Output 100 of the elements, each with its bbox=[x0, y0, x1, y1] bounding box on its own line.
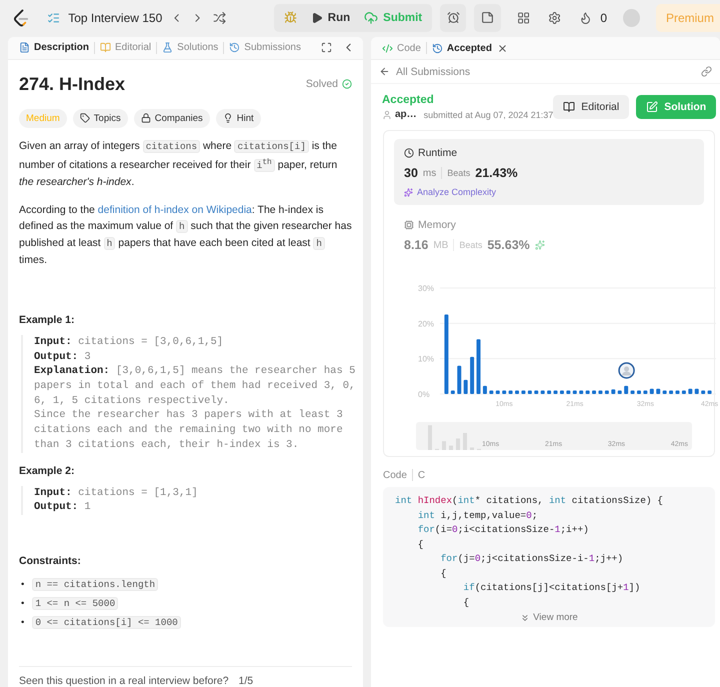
beats-label: Beats bbox=[447, 168, 470, 178]
book-icon bbox=[563, 101, 576, 113]
chart-bar bbox=[643, 390, 648, 394]
user-marker-icon bbox=[618, 362, 635, 379]
chart-bar bbox=[618, 390, 622, 394]
stat-unit: ms bbox=[422, 168, 436, 178]
wikipedia-link[interactable]: definition of h-index on Wikipedia bbox=[98, 204, 252, 216]
code-label: Code bbox=[383, 470, 407, 480]
streak-count: 0 bbox=[600, 10, 608, 24]
example-text: Output: 1 bbox=[34, 500, 92, 515]
code-line: int i,j,temp,value=0; bbox=[416, 508, 539, 522]
link-icon[interactable] bbox=[701, 66, 712, 77]
username[interactable]: ap… bbox=[395, 109, 417, 120]
tag-chip[interactable]: Companies bbox=[134, 108, 210, 128]
chevrons-down-icon bbox=[520, 612, 530, 622]
chart-bar bbox=[604, 390, 609, 394]
solved-status: Solved bbox=[306, 78, 338, 90]
study-plan-title[interactable]: Top Interview 150 bbox=[68, 10, 162, 24]
chart-bar bbox=[470, 356, 474, 394]
lock-icon bbox=[140, 113, 151, 124]
layout-icon[interactable] bbox=[516, 10, 530, 24]
constraint-text: 0 <= citations[i] <= 1000 bbox=[32, 616, 181, 629]
history-icon bbox=[229, 42, 240, 54]
chart-bar bbox=[566, 390, 570, 394]
code-icon bbox=[382, 42, 393, 54]
sparkle-icon bbox=[534, 240, 545, 250]
alarm-clock-icon bbox=[446, 11, 460, 24]
chart-bar bbox=[656, 388, 660, 394]
run-button[interactable]: Run bbox=[304, 8, 356, 28]
user-avatar-icon bbox=[382, 110, 392, 120]
note-icon bbox=[481, 11, 494, 24]
difficulty-label: Medium bbox=[19, 108, 67, 128]
chart-bar bbox=[662, 390, 667, 394]
tab[interactable]: Solutions bbox=[159, 40, 222, 56]
history-icon bbox=[432, 42, 443, 54]
settings-icon[interactable] bbox=[548, 10, 562, 24]
example-heading: Example 2: bbox=[19, 464, 76, 477]
code-line: for(j=0;j<citationsSize-i-1;j++) bbox=[440, 552, 624, 566]
question-counter: 1/5 bbox=[238, 675, 254, 687]
view-more-button[interactable]: View more bbox=[518, 610, 580, 625]
editorial-button[interactable]: Editorial bbox=[553, 95, 630, 119]
code-line: int hIndex(int* citations, int citationsSize) { bbox=[395, 494, 664, 508]
close-icon[interactable] bbox=[496, 42, 508, 54]
stat-value: 30 bbox=[404, 166, 418, 180]
chart-bar bbox=[502, 390, 506, 394]
chart-bar bbox=[708, 390, 712, 394]
fullscreen-icon[interactable] bbox=[321, 42, 332, 54]
chart-bar bbox=[586, 390, 590, 394]
chart-bar bbox=[598, 390, 602, 394]
chart-bar bbox=[476, 339, 480, 394]
chart-bar bbox=[482, 386, 487, 394]
chart-bar bbox=[508, 390, 513, 394]
solution-button[interactable]: Solution bbox=[636, 95, 716, 119]
back-arrow-icon[interactable] bbox=[379, 66, 390, 77]
analyze-complexity-link[interactable]: Analyze Complexity bbox=[417, 187, 496, 197]
shuffle-icon[interactable] bbox=[212, 10, 226, 24]
example-heading: Example 1: bbox=[19, 314, 76, 326]
axis-label: 10% bbox=[418, 354, 434, 364]
tag-chip[interactable]: Topics bbox=[72, 108, 128, 128]
axis-label: 20% bbox=[418, 319, 434, 328]
chart-bar bbox=[464, 380, 468, 394]
chart-bar bbox=[701, 390, 706, 394]
chart-bar bbox=[676, 390, 680, 394]
all-submissions-link[interactable]: All Submissions bbox=[396, 66, 470, 78]
description-paragraph: According to the definition of h-index on Wikipedia: The h-index is defined as the maximum value of h such that the given researcher has published at least h papers that have each been cited at least h times. bbox=[19, 202, 352, 268]
chart-bar bbox=[579, 390, 584, 394]
flame-icon[interactable] bbox=[579, 10, 592, 24]
example-text: Input: citations = [3,0,6,1,5] bbox=[34, 334, 224, 350]
chart-bar bbox=[624, 386, 628, 394]
chart-bar bbox=[534, 390, 538, 394]
chart-bar bbox=[540, 390, 545, 394]
chart-bar bbox=[554, 390, 558, 394]
check-icon bbox=[342, 79, 352, 90]
tab[interactable]: Editorial bbox=[97, 40, 154, 56]
stat-panel[interactable]: Runtime 30 ms Beats 21.43% Analyze Complexity bbox=[394, 139, 704, 205]
chart-bar bbox=[560, 390, 564, 394]
tab[interactable]: Description bbox=[16, 40, 92, 56]
tab[interactable]: Accepted bbox=[428, 40, 495, 56]
axis-label: 0% bbox=[418, 390, 430, 399]
chart-bar bbox=[572, 390, 577, 394]
cloud-upload-icon bbox=[364, 10, 378, 24]
submission-status: Accepted bbox=[382, 94, 435, 106]
logo-icon[interactable] bbox=[14, 8, 30, 26]
chart-bar bbox=[636, 390, 641, 394]
submission-time: submitted at Aug 07, 2024 21:37 bbox=[424, 110, 554, 120]
note-button[interactable] bbox=[474, 4, 501, 32]
chart-bar bbox=[688, 388, 692, 394]
beats-percent: 21.43% bbox=[475, 166, 518, 180]
tab[interactable]: Code bbox=[379, 40, 424, 56]
axis-label: 30% bbox=[418, 284, 434, 293]
tab[interactable]: Submissions bbox=[226, 40, 304, 56]
tag-chip[interactable]: Hint bbox=[216, 108, 261, 128]
timer-button[interactable] bbox=[440, 4, 466, 32]
chart-bar bbox=[611, 389, 616, 394]
document-icon bbox=[19, 42, 30, 54]
description-paragraph: Given an array of integers citations where citations[i] is the number of citations a researcher received for their i$^{th}$ paper, return the researcher's h-index. bbox=[19, 138, 338, 190]
stat-value: 8.16 bbox=[404, 238, 428, 252]
beats-percent: 55.63% bbox=[487, 238, 530, 252]
chart-bar bbox=[450, 390, 455, 394]
book-icon bbox=[100, 42, 112, 54]
